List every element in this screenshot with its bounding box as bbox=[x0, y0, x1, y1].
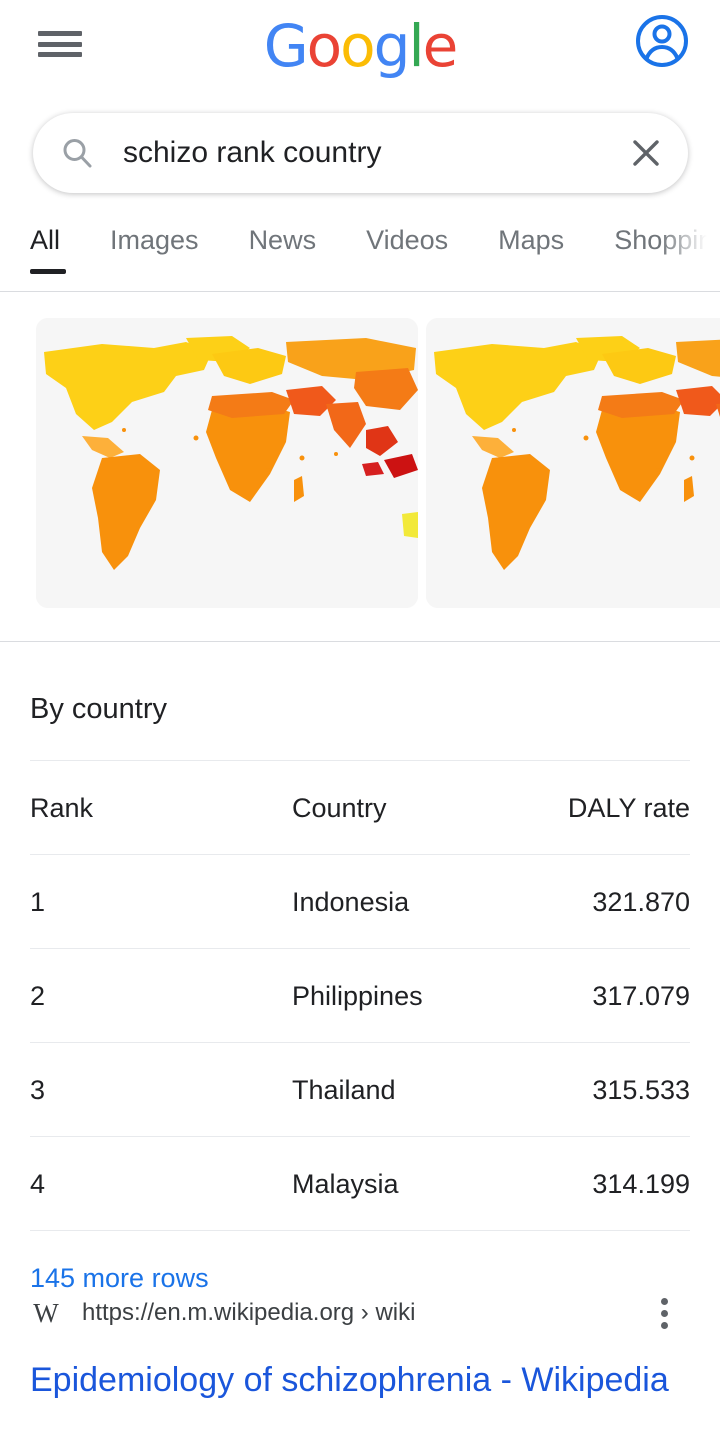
logo-letter-g: g bbox=[373, 12, 411, 80]
cell-rank: 4 bbox=[30, 1136, 292, 1231]
table-title: By country bbox=[30, 693, 167, 725]
table-row: 1 Indonesia 321.870 bbox=[30, 854, 690, 949]
tab-label: All bbox=[30, 225, 61, 255]
cell-rank: 3 bbox=[30, 1042, 292, 1137]
cell-daly-rate: 314.199 bbox=[522, 1136, 690, 1231]
cell-daly-rate: 317.079 bbox=[522, 948, 690, 1043]
logo-letter-e: e bbox=[422, 12, 459, 80]
tab-label: News bbox=[248, 225, 317, 255]
kebab-dot bbox=[660, 1297, 668, 1305]
column-header-rank: Rank bbox=[30, 760, 292, 855]
search-icon bbox=[60, 136, 94, 170]
search-input[interactable] bbox=[123, 136, 628, 170]
logo-letter-l: l bbox=[408, 12, 424, 80]
cell-country: Thailand bbox=[292, 1042, 522, 1137]
country-table-block: By country Rank Country DALY rate 1 Indon… bbox=[0, 642, 720, 1294]
carousel-items bbox=[0, 318, 720, 608]
country-table: Rank Country DALY rate 1 Indonesia 321.870… bbox=[30, 760, 690, 1231]
table-row: 2 Philippines 317.079 bbox=[30, 948, 690, 1043]
cell-country: Philippines bbox=[292, 948, 522, 1043]
table-header-row: Rank Country DALY rate bbox=[30, 760, 690, 855]
tab-active-underline bbox=[30, 269, 66, 274]
tabs-list: All Images News Videos Maps Shopping bbox=[0, 222, 720, 292]
wikipedia-favicon: W bbox=[33, 1298, 59, 1328]
close-icon[interactable] bbox=[628, 135, 664, 171]
tab-label: Images bbox=[110, 225, 199, 255]
search-bar[interactable] bbox=[33, 113, 688, 193]
carousel-image-1[interactable] bbox=[36, 318, 418, 608]
column-header-country: Country bbox=[292, 760, 522, 855]
table-row: 4 Malaysia 314.199 bbox=[30, 1136, 690, 1231]
cell-rank: 2 bbox=[30, 948, 292, 1043]
cell-country: Indonesia bbox=[292, 854, 522, 949]
logo-letter-o1: o bbox=[306, 12, 342, 80]
cell-daly-rate: 321.870 bbox=[522, 854, 690, 949]
tab-maps[interactable]: Maps bbox=[498, 222, 564, 256]
cell-daly-rate: 315.533 bbox=[522, 1042, 690, 1137]
table-row: 3 Thailand 315.533 bbox=[30, 1042, 690, 1137]
page-header: Google bbox=[0, 0, 720, 92]
image-carousel[interactable] bbox=[0, 318, 720, 608]
kebab-dot bbox=[660, 1309, 668, 1317]
tab-shopping[interactable]: Shopping bbox=[614, 222, 720, 256]
search-tabs: All Images News Videos Maps Shopping bbox=[0, 222, 720, 292]
result-url: https://en.m.wikipedia.org › wiki bbox=[82, 1299, 416, 1326]
cell-rank: 1 bbox=[30, 854, 292, 949]
search-results-page: Google AllImagesNewsVideosMapsShopp bbox=[0, 0, 720, 1447]
column-header-daly-rate: DALY rate bbox=[522, 760, 690, 855]
logo-letter-o2: o bbox=[340, 12, 375, 80]
result-title-link[interactable]: Epidemiology of schizophrenia - Wikipedi… bbox=[30, 1354, 690, 1406]
account-circle-icon[interactable] bbox=[634, 13, 690, 69]
cell-country: Malaysia bbox=[292, 1136, 522, 1231]
tab-images[interactable]: Images bbox=[110, 222, 199, 256]
logo-letter-G: G bbox=[263, 12, 309, 80]
tab-videos[interactable]: Videos bbox=[366, 222, 448, 256]
tabs-divider bbox=[0, 291, 720, 292]
tab-label: Shopping bbox=[614, 225, 720, 255]
tab-all[interactable]: All bbox=[30, 222, 66, 274]
table-body: 1 Indonesia 321.870 2 Philippines 317.079 3 Tha… bbox=[30, 854, 690, 1231]
more-options-icon[interactable] bbox=[646, 1295, 682, 1331]
kebab-dot bbox=[660, 1321, 668, 1329]
google-logo[interactable]: Google bbox=[0, 15, 720, 77]
search-result-item: W https://en.m.wikipedia.org › wiki Epid… bbox=[0, 1290, 720, 1406]
tab-label: Videos bbox=[366, 225, 449, 255]
tab-label: Maps bbox=[498, 225, 565, 255]
more-rows-link[interactable]: 145 more rows bbox=[0, 1231, 239, 1294]
result-header: W https://en.m.wikipedia.org › wiki bbox=[30, 1290, 690, 1336]
carousel-image-2[interactable] bbox=[426, 318, 720, 608]
tab-news[interactable]: News bbox=[249, 222, 317, 256]
